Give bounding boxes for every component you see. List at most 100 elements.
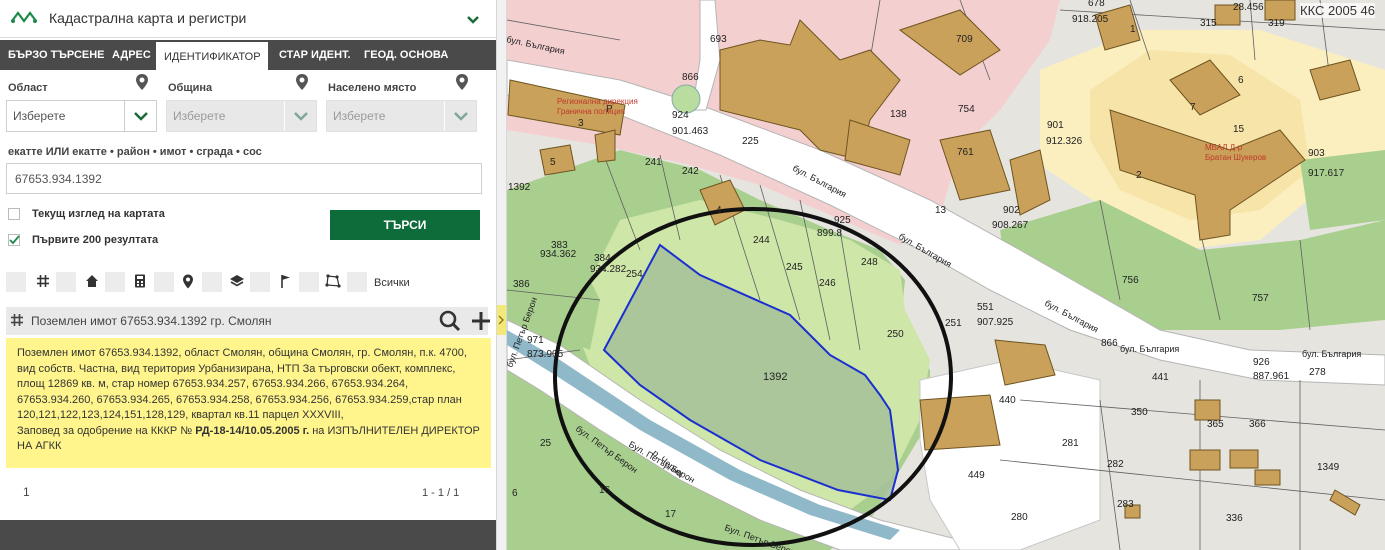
page-number[interactable]: 1: [23, 485, 30, 499]
parcel-number-label: 903: [1308, 148, 1325, 159]
filter-checkbox[interactable]: [56, 272, 76, 292]
result-details: Поземлен имот 67653.934.1392, област Смо…: [6, 338, 491, 468]
poi-label: Братан Шукеров: [1205, 153, 1266, 162]
all-filter-checkbox[interactable]: [347, 272, 367, 292]
parcel-number-label: 899.8: [817, 228, 842, 239]
poi-label: Регионална дирекция: [557, 97, 638, 106]
parcel-number-label: 248: [861, 257, 878, 268]
oblast-label: Област: [8, 82, 48, 94]
parcel-number-label: 254: [626, 269, 643, 280]
map-pin-icon[interactable]: [455, 73, 469, 96]
filter-checkbox[interactable]: [105, 272, 125, 292]
first-200-checkbox[interactable]: [8, 234, 20, 246]
map-pin-icon[interactable]: [295, 73, 309, 96]
tab-address[interactable]: АДРЕС: [104, 40, 159, 70]
search-tabs: БЪРЗО ТЪРСЕНЕ АДРЕС ИДЕНТИФИКАТОР СТАР И…: [0, 40, 496, 70]
search-icon[interactable]: [436, 307, 464, 335]
road-lower-area: [919, 359, 1101, 550]
grid-icon: [10, 313, 24, 332]
parcel-number-label: 245: [786, 262, 803, 273]
chevron-down-icon[interactable]: [466, 12, 480, 30]
street-label: бул. България: [1302, 349, 1361, 359]
map-canvas[interactable]: бул. Българиябул. Българиябул. Българияб…: [507, 0, 1385, 550]
parcel-number-label: 901.463: [672, 126, 709, 137]
current-view-checkbox[interactable]: [8, 208, 20, 220]
parcel-number-label: 917.617: [1308, 168, 1345, 179]
parcel-number-label: 25: [540, 438, 552, 449]
parcel-number-label: 761: [957, 147, 974, 158]
naseleno-select[interactable]: Изберете: [326, 100, 477, 132]
parcel-number-label: 319: [1268, 18, 1285, 29]
tab-quick-search[interactable]: БЪРЗО ТЪРСЕНЕ: [0, 40, 113, 70]
parcel-number-label: 283: [1117, 499, 1134, 510]
current-view-label: Текущ изглед на картата: [32, 208, 165, 220]
parcel-number-label: 282: [1107, 459, 1124, 470]
calculator-icon[interactable]: [134, 274, 146, 293]
filter-checkbox[interactable]: [202, 272, 222, 292]
parcel-number-label: 449: [968, 470, 985, 481]
parcel-number-label: 350: [1131, 407, 1148, 418]
filter-checkbox[interactable]: [154, 272, 174, 292]
panel-collapse-handle[interactable]: [497, 305, 506, 335]
flag-icon[interactable]: [279, 274, 291, 294]
plus-icon[interactable]: [468, 307, 494, 335]
parcel-number-label: 901: [1047, 120, 1064, 131]
map-pin-icon[interactable]: [182, 274, 194, 294]
oblast-select[interactable]: Изберете: [6, 100, 157, 132]
parcel-number-label: 926: [1253, 357, 1270, 368]
chevron-down-icon[interactable]: [124, 101, 156, 131]
parcel-number-label: 873.905: [527, 349, 564, 360]
object-type-filter: Всички: [6, 272, 486, 296]
parcel-number-label: 1392: [508, 182, 531, 193]
street-label: бул. България: [1120, 344, 1179, 354]
tab-identifier[interactable]: ИДЕНТИФИКАТОР: [156, 40, 268, 70]
search-button[interactable]: ТЪРСИ: [330, 210, 480, 240]
parcel-number-label: 13: [935, 205, 947, 216]
panel-splitter[interactable]: [496, 0, 507, 550]
parcel-number-label: 678: [1088, 0, 1105, 9]
naseleno-label: Населено място: [328, 82, 417, 94]
parcel-number-label: 251: [945, 318, 962, 329]
all-filter-label: Всички: [374, 277, 410, 289]
parcel-number-label: 934.362: [540, 249, 577, 260]
parcel-number-label: 5: [550, 157, 556, 168]
bottom-bar: [0, 520, 496, 550]
cadastre-logo-icon: [10, 9, 38, 32]
filter-checkbox[interactable]: [250, 272, 270, 292]
map-pin-icon[interactable]: [135, 73, 149, 96]
parcel-number-label: 315: [1200, 18, 1217, 29]
layers-icon[interactable]: [229, 274, 245, 293]
grid-icon[interactable]: [36, 274, 50, 293]
cadastral-map[interactable]: бул. България бул. България бул. България б…: [507, 0, 1385, 550]
parcel-number-label: 4: [716, 205, 722, 216]
parcel-number-label: 440: [999, 395, 1016, 406]
obshtina-label: Община: [168, 82, 213, 94]
tab-old-identifier[interactable]: СТАР ИДЕНТ.: [271, 40, 359, 70]
parcel-number-label: 441: [1152, 372, 1169, 383]
parcel-number-label: 902: [1003, 205, 1020, 216]
obshtina-select[interactable]: Изберете: [166, 100, 317, 132]
parcel-number-label: 7: [1190, 102, 1196, 113]
parcel-number-label: 336: [1226, 513, 1243, 524]
panel-header[interactable]: Кадастрална карта и регистри: [0, 0, 496, 38]
tab-geodetic-base[interactable]: ГЕОД. ОСНОВА: [356, 40, 456, 70]
checkmark-icon: [9, 235, 20, 245]
ekatte-input[interactable]: [6, 163, 482, 194]
filter-checkbox[interactable]: [6, 272, 26, 292]
polygon-icon[interactable]: [325, 274, 341, 293]
parcel-number-label: 918.205: [1072, 14, 1109, 25]
app-title: Кадастрална карта и регистри: [49, 10, 247, 26]
filter-checkbox[interactable]: [299, 272, 319, 292]
coordinate-system-label: ККС 2005 46: [1300, 3, 1375, 18]
parcel-number-label: 15: [1233, 124, 1245, 135]
parcel-number-label: 709: [956, 34, 973, 45]
parcel-number-label: 384: [594, 253, 611, 264]
chevron-down-icon[interactable]: [284, 101, 316, 131]
parcel-number-label: 280: [1011, 512, 1028, 523]
green-zone: [1300, 150, 1385, 230]
chevron-down-icon[interactable]: [444, 101, 476, 131]
roundabout: [671, 84, 701, 114]
home-icon[interactable]: [85, 274, 99, 293]
result-header[interactable]: Поземлен имот 67653.934.1392 гр. Смолян: [6, 307, 490, 335]
parcel-number-label: 366: [1249, 419, 1266, 430]
